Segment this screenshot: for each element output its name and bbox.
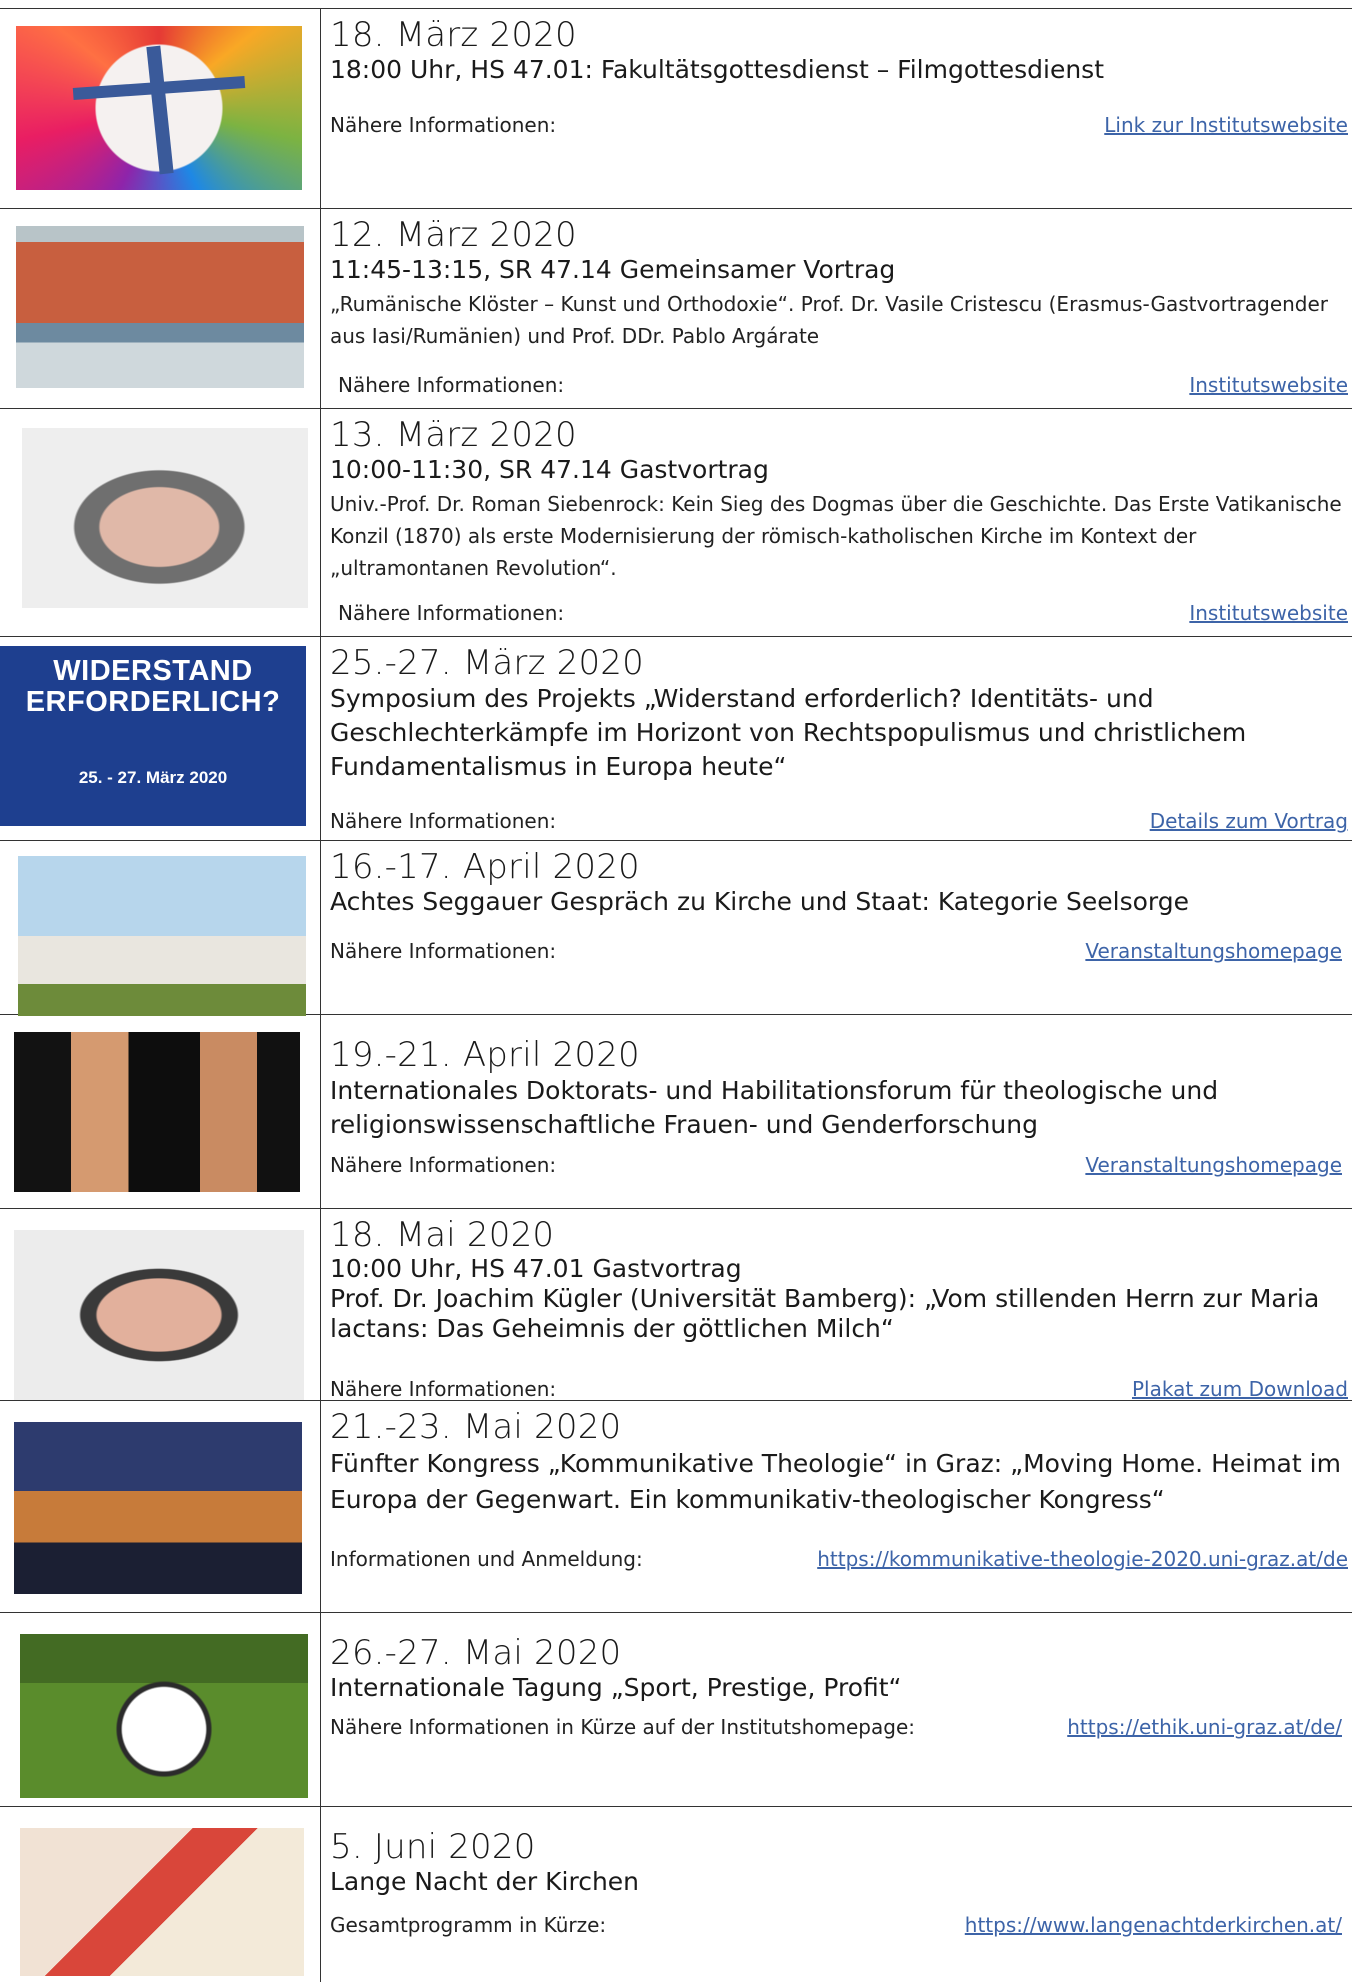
info-label: Nähere Informationen: xyxy=(338,373,565,397)
map-pins-thumbnail xyxy=(20,1828,304,1976)
event-link[interactable]: Veranstaltungshomepage xyxy=(1085,1152,1342,1178)
event-date: 19.-21. April 2020 xyxy=(330,1035,640,1075)
chapel-thumbnail xyxy=(18,856,306,1016)
event-content: 25.-27. März 2020 Symposium des Projekts… xyxy=(330,644,1348,784)
event-description: Univ.-Prof. Dr. Roman Siebenrock: Kein S… xyxy=(330,492,1342,580)
event-link[interactable]: https://kommunikative-theologie-2020.uni… xyxy=(817,1546,1348,1572)
event-link[interactable]: Details zum Vortrag xyxy=(1150,808,1348,834)
event-subtitle: Achtes Seggauer Gespräch zu Kirche und S… xyxy=(330,887,1189,916)
info-label: Nähere Informationen: xyxy=(330,939,557,963)
thumbnail-cell xyxy=(0,840,321,1016)
event-row: 18. März 2020 18:00 Uhr, HS 47.01: Fakul… xyxy=(0,8,1352,209)
event-link[interactable]: https://www.langenachtderkirchen.at/ xyxy=(965,1912,1342,1938)
info-label: Nähere Informationen: xyxy=(330,113,557,137)
event-row: WIDERSTAND ERFORDERLICH? 25. - 27. März … xyxy=(0,636,1352,841)
info-label: Nähere Informationen in Kürze auf der In… xyxy=(330,1715,915,1739)
info-label: Gesamtprogramm in Kürze: xyxy=(330,1913,607,1937)
event-row: 16.-17. April 2020 Achtes Seggauer Gespr… xyxy=(0,840,1352,1016)
thumbnail-cell xyxy=(0,1612,321,1806)
event-subtitle: 18:00 Uhr, HS 47.01: Fakultätsgottesdien… xyxy=(330,55,1104,84)
event-speaker: Prof. Dr. Joachim Kügler (Universität Ba… xyxy=(330,1284,1320,1343)
event-link[interactable]: https://ethik.uni-graz.at/de/ xyxy=(1067,1714,1342,1740)
event-row: 13. März 2020 10:00-11:30, SR 47.14 Gast… xyxy=(0,408,1352,637)
event-subtitle: Internationale Tagung „Sport, Prestige, … xyxy=(330,1673,902,1702)
event-content: 12. März 2020 11:45-13:15, SR 47.14 Geme… xyxy=(330,216,1348,352)
info-label: Nähere Informationen: xyxy=(338,601,565,625)
event-content: 5. Juni 2020 Lange Nacht der Kirchen xyxy=(330,1828,1348,1898)
thumbnail-cell xyxy=(0,1014,321,1208)
event-date: 21.-23. Mai 2020 xyxy=(330,1407,622,1447)
speaker-portrait-thumbnail xyxy=(14,1230,304,1400)
event-content: 18. Mai 2020 10:00 Uhr, HS 47.01 Gastvor… xyxy=(330,1216,1348,1344)
event-date: 5. Juni 2020 xyxy=(330,1827,536,1867)
symposium-poster-thumbnail: WIDERSTAND ERFORDERLICH? 25. - 27. März … xyxy=(0,646,306,826)
event-date: 26.-27. Mai 2020 xyxy=(330,1633,622,1673)
event-date: 12. März 2020 xyxy=(330,215,577,255)
event-link[interactable]: Link zur Institutswebsite xyxy=(1104,112,1348,138)
thumbnail-cell xyxy=(0,1400,321,1612)
event-date: 13. März 2020 xyxy=(330,415,577,455)
event-row: 26.-27. Mai 2020 Internationale Tagung „… xyxy=(0,1612,1352,1807)
cross-icon xyxy=(146,45,174,174)
info-label: Nähere Informationen: xyxy=(330,1153,557,1177)
poster-date: 25. - 27. März 2020 xyxy=(78,768,228,787)
event-subtitle: Symposium des Projekts „Widerstand erfor… xyxy=(330,684,1247,781)
poster-title: WIDERSTAND ERFORDERLICH? xyxy=(25,655,281,718)
event-content: 13. März 2020 10:00-11:30, SR 47.14 Gast… xyxy=(330,416,1348,584)
event-row: 21.-23. Mai 2020 Fünfter Kongress „Kommu… xyxy=(0,1400,1352,1613)
thumbnail-cell xyxy=(0,8,321,208)
event-date: 18. März 2020 xyxy=(330,15,577,55)
event-content: 26.-27. Mai 2020 Internationale Tagung „… xyxy=(330,1634,1348,1704)
event-link[interactable]: Veranstaltungshomepage xyxy=(1085,938,1342,964)
event-link[interactable]: Plakat zum Download xyxy=(1132,1376,1348,1402)
event-subtitle: Fünfter Kongress „Kommunikative Theologi… xyxy=(330,1449,1341,1514)
event-subtitle: 11:45-13:15, SR 47.14 Gemeinsamer Vortra… xyxy=(330,255,896,284)
event-content: 16.-17. April 2020 Achtes Seggauer Gespr… xyxy=(330,848,1348,918)
event-link[interactable]: Institutswebsite xyxy=(1189,372,1348,398)
event-row: 12. März 2020 11:45-13:15, SR 47.14 Geme… xyxy=(0,208,1352,409)
thumbnail-cell xyxy=(0,1208,321,1400)
monastery-fresco-thumbnail xyxy=(16,226,304,388)
speaker-portrait-thumbnail xyxy=(22,428,308,608)
event-row: 5. Juni 2020 Lange Nacht der Kirchen Ges… xyxy=(0,1806,1352,1982)
thumbnail-cell xyxy=(0,208,321,408)
info-label: Nähere Informationen: xyxy=(330,1377,557,1401)
event-subtitle: Internationales Doktorats- und Habilitat… xyxy=(330,1076,1219,1139)
cross-painting-thumbnail xyxy=(16,26,302,190)
football-thumbnail xyxy=(20,1634,308,1798)
event-link[interactable]: Institutswebsite xyxy=(1189,600,1348,626)
info-label: Informationen und Anmeldung: xyxy=(330,1547,643,1571)
thumbnail-cell: WIDERSTAND ERFORDERLICH? 25. - 27. März … xyxy=(0,636,321,840)
event-content: 21.-23. Mai 2020 Fünfter Kongress „Kommu… xyxy=(330,1408,1348,1518)
event-subtitle: 10:00-11:30, SR 47.14 Gastvortrag xyxy=(330,455,769,484)
event-date: 25.-27. März 2020 xyxy=(330,643,644,683)
event-content: 18. März 2020 18:00 Uhr, HS 47.01: Fakul… xyxy=(330,16,1348,86)
event-date: 16.-17. April 2020 xyxy=(330,847,640,887)
event-subtitle: 10:00 Uhr, HS 47.01 Gastvortrag xyxy=(330,1254,742,1283)
thumbnail-cell xyxy=(0,1806,321,1982)
event-subtitle: Lange Nacht der Kirchen xyxy=(330,1867,640,1896)
event-content: 19.-21. April 2020 Internationales Dokto… xyxy=(330,1036,1348,1142)
adam-eve-painting-thumbnail xyxy=(14,1032,300,1192)
event-date: 18. Mai 2020 xyxy=(330,1215,555,1255)
city-network-thumbnail xyxy=(14,1422,302,1594)
thumbnail-cell xyxy=(0,408,321,636)
info-label: Nähere Informationen: xyxy=(330,809,557,833)
event-row: 19.-21. April 2020 Internationales Dokto… xyxy=(0,1014,1352,1209)
event-row: 18. Mai 2020 10:00 Uhr, HS 47.01 Gastvor… xyxy=(0,1208,1352,1401)
event-description: „Rumänische Klöster – Kunst und Orthodox… xyxy=(330,292,1329,348)
